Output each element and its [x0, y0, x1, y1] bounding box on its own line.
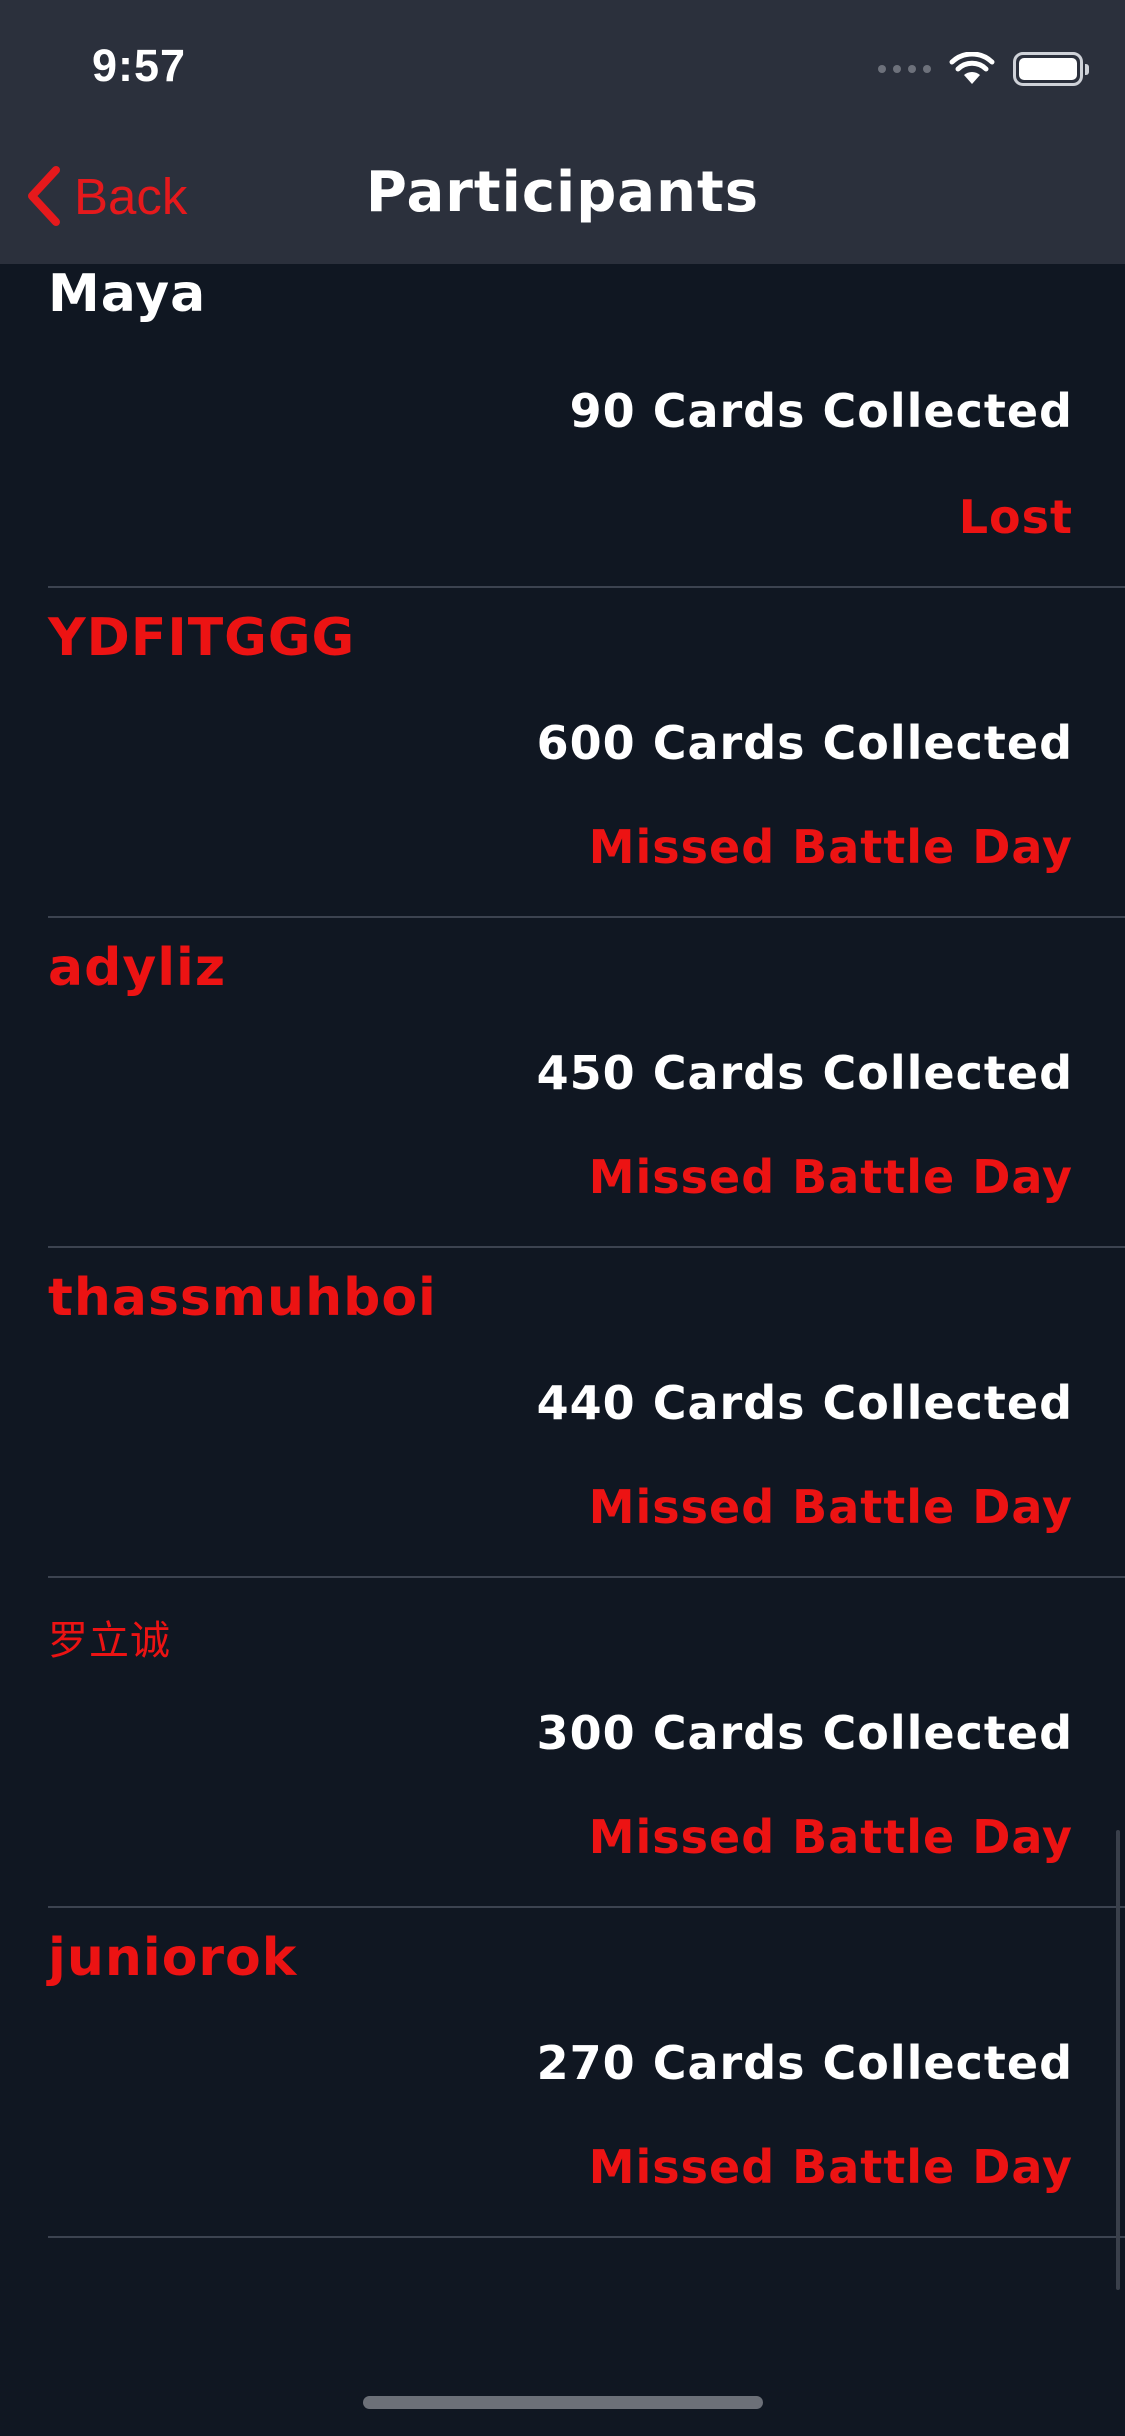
status-indicators: [878, 52, 1089, 86]
participant-row[interactable]: Maya 90 Cards Collected Lost: [0, 264, 1125, 588]
participant-name: juniorok: [48, 1928, 298, 1988]
participant-status: Missed Battle Day: [588, 820, 1073, 874]
cards-collected: 600 Cards Collected: [536, 716, 1073, 770]
row-divider: [48, 2236, 1125, 2238]
participant-name: 罗立诚: [48, 1618, 171, 1664]
participant-name: Maya: [48, 264, 207, 324]
participant-status: Missed Battle Day: [588, 2140, 1073, 2194]
cards-collected: 300 Cards Collected: [536, 1706, 1073, 1760]
cards-collected: 90 Cards Collected: [569, 384, 1073, 438]
wifi-icon: [949, 52, 995, 84]
participant-status: Lost: [958, 490, 1073, 544]
participant-row[interactable]: adyliz 450 Cards Collected Missed Battle…: [0, 918, 1125, 1248]
scrollbar[interactable]: [1116, 1830, 1120, 2290]
status-time: 9:57: [92, 40, 187, 91]
participant-row[interactable]: thassmuhboi 440 Cards Collected Missed B…: [0, 1248, 1125, 1578]
cards-collected: 270 Cards Collected: [536, 2036, 1073, 2090]
cards-collected: 450 Cards Collected: [536, 1046, 1073, 1100]
participant-row[interactable]: 罗立诚 300 Cards Collected Missed Battle Da…: [0, 1578, 1125, 1908]
participant-name: YDFITGGG: [48, 608, 356, 668]
participant-name: adyliz: [48, 938, 227, 998]
participant-name: thassmuhboi: [48, 1268, 437, 1328]
home-indicator[interactable]: [363, 2396, 763, 2409]
participants-list[interactable]: Maya 90 Cards Collected Lost YDFITGGG 60…: [0, 264, 1125, 2238]
participant-row[interactable]: YDFITGGG 600 Cards Collected Missed Batt…: [0, 588, 1125, 918]
cards-collected: 440 Cards Collected: [536, 1376, 1073, 1430]
participant-status: Missed Battle Day: [588, 1810, 1073, 1864]
battery-icon: [1013, 52, 1089, 86]
participants-screen: 9:57 Back Participants Maya 90 Cards Col…: [0, 0, 1125, 2436]
participant-row[interactable]: juniorok 270 Cards Collected Missed Batt…: [0, 1908, 1125, 2238]
participant-status: Missed Battle Day: [588, 1150, 1073, 1204]
cellular-signal-icon: [878, 65, 931, 73]
participant-status: Missed Battle Day: [588, 1480, 1073, 1534]
navigation-bar: 9:57 Back Participants: [0, 0, 1125, 264]
page-title: Participants: [365, 160, 760, 225]
